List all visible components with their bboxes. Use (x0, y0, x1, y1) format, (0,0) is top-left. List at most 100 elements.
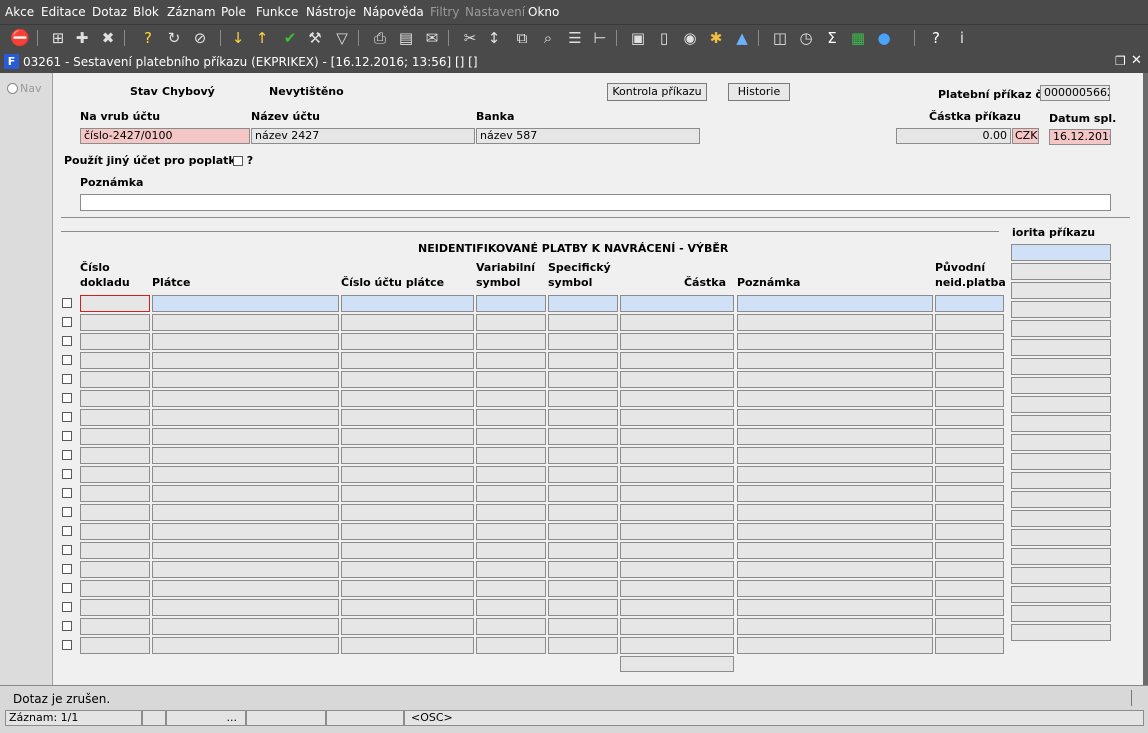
grid-cell[interactable] (935, 542, 1004, 559)
grid-cell[interactable] (341, 561, 474, 578)
insert-record-icon[interactable]: ✚ (72, 28, 92, 48)
row-checkbox[interactable] (62, 469, 72, 479)
info-icon[interactable]: i (952, 28, 972, 48)
grid-cell[interactable] (80, 561, 150, 578)
grid-cell[interactable] (737, 352, 933, 369)
prikaz-field[interactable]: 0000005662 (1040, 85, 1110, 101)
row-checkbox[interactable] (62, 355, 72, 365)
banka-field[interactable]: název 587 (476, 128, 700, 144)
zoom-icon[interactable]: ⌕ (538, 28, 558, 48)
grid-cell[interactable] (152, 371, 339, 388)
grid-cell[interactable] (152, 466, 339, 483)
grid-cell[interactable] (737, 333, 933, 350)
priorita-cell[interactable] (1011, 472, 1111, 489)
row-checkbox[interactable] (62, 526, 72, 536)
grid-cell[interactable] (737, 409, 933, 426)
grid-cell[interactable] (152, 523, 339, 540)
menu-item-3[interactable]: Blok (133, 5, 159, 19)
grid-cell[interactable] (620, 580, 734, 597)
grid-cell[interactable] (476, 523, 546, 540)
grid-cell[interactable] (620, 599, 734, 616)
grid-cell[interactable] (341, 409, 474, 426)
grid-cell[interactable] (935, 618, 1004, 635)
copy-icon[interactable]: ⧉ (512, 28, 532, 48)
priorita-cell[interactable] (1011, 453, 1111, 470)
row-checkbox[interactable] (62, 602, 72, 612)
grid-cell[interactable] (152, 599, 339, 616)
grid-cell[interactable] (548, 542, 618, 559)
poplatky-checkbox[interactable] (233, 156, 243, 166)
priorita-cell[interactable] (1011, 491, 1111, 508)
exit-icon[interactable]: ⛔ (10, 28, 30, 48)
grid-cell[interactable] (476, 409, 546, 426)
grid-cell[interactable] (737, 523, 933, 540)
grid-cell[interactable] (80, 447, 150, 464)
grid-cell[interactable] (341, 504, 474, 521)
grid-cell[interactable] (152, 637, 339, 654)
datum-field[interactable]: 16.12.2016 (1049, 129, 1111, 145)
priorita-cell[interactable] (1011, 415, 1111, 432)
explorer-icon[interactable]: ● (874, 28, 894, 48)
grid-cell[interactable] (620, 295, 734, 312)
grid-cell[interactable] (341, 371, 474, 388)
grid-cell[interactable] (620, 447, 734, 464)
grid-cell[interactable] (341, 485, 474, 502)
grid-cell[interactable] (548, 618, 618, 635)
kontrola-button[interactable]: Kontrola příkazu (607, 83, 707, 101)
grid-cell[interactable] (80, 466, 150, 483)
grid-cell[interactable] (476, 599, 546, 616)
sort-desc-icon[interactable]: ↑ (252, 28, 272, 48)
tools-icon[interactable]: ⚒ (305, 28, 325, 48)
grid-cell[interactable] (152, 561, 339, 578)
grid-cell[interactable] (548, 314, 618, 331)
grid-cell[interactable] (80, 599, 150, 616)
grid-cell[interactable] (620, 637, 734, 654)
clock-icon[interactable]: ◷ (796, 28, 816, 48)
menu-item-1[interactable]: Editace (41, 5, 86, 19)
grid-cell[interactable] (80, 542, 150, 559)
priorita-cell[interactable] (1011, 529, 1111, 546)
grid-cell[interactable] (548, 371, 618, 388)
move-icon[interactable]: ↕ (484, 28, 504, 48)
grid-cell[interactable] (152, 390, 339, 407)
grid-cell[interactable] (935, 333, 1004, 350)
priorita-cell[interactable] (1011, 548, 1111, 565)
grid-cell[interactable] (935, 599, 1004, 616)
row-checkbox[interactable] (62, 393, 72, 403)
grid-cell[interactable] (935, 504, 1004, 521)
clipboard-icon[interactable]: ▣ (628, 28, 648, 48)
grid-cell[interactable] (548, 447, 618, 464)
grid-cell[interactable] (935, 466, 1004, 483)
grid-cell[interactable] (737, 390, 933, 407)
mena-field[interactable]: CZK (1012, 128, 1039, 144)
grid-cell[interactable] (80, 352, 150, 369)
grid-cell[interactable] (548, 352, 618, 369)
grid-cell[interactable] (476, 580, 546, 597)
grid-cell[interactable] (548, 580, 618, 597)
priorita-cell[interactable] (1011, 358, 1111, 375)
grid-cell[interactable] (476, 447, 546, 464)
row-checkbox[interactable] (62, 507, 72, 517)
mail-icon[interactable]: ✉ (422, 28, 442, 48)
grid-cell[interactable] (548, 504, 618, 521)
grid-cell[interactable] (620, 314, 734, 331)
grid-cell[interactable] (548, 295, 618, 312)
grid-cell[interactable] (737, 466, 933, 483)
close-icon[interactable]: ✕ (1131, 53, 1142, 68)
grid-cell[interactable] (620, 466, 734, 483)
query-execute-icon[interactable]: ↻ (164, 28, 184, 48)
grid-cell[interactable] (80, 485, 150, 502)
priorita-cell[interactable] (1011, 510, 1111, 527)
grid-cell[interactable] (737, 314, 933, 331)
grid-cell[interactable] (476, 618, 546, 635)
grid-cell[interactable] (152, 295, 339, 312)
grid-cell[interactable] (476, 352, 546, 369)
grid-cell[interactable] (80, 618, 150, 635)
grid-cell[interactable] (935, 409, 1004, 426)
grid-cell[interactable] (341, 390, 474, 407)
hat-icon[interactable]: ▲ (732, 28, 752, 48)
historie-button[interactable]: Historie (728, 83, 790, 101)
menu-item-9[interactable]: Filtry (430, 5, 459, 19)
grid-cell[interactable] (152, 542, 339, 559)
grid-cell[interactable] (548, 637, 618, 654)
